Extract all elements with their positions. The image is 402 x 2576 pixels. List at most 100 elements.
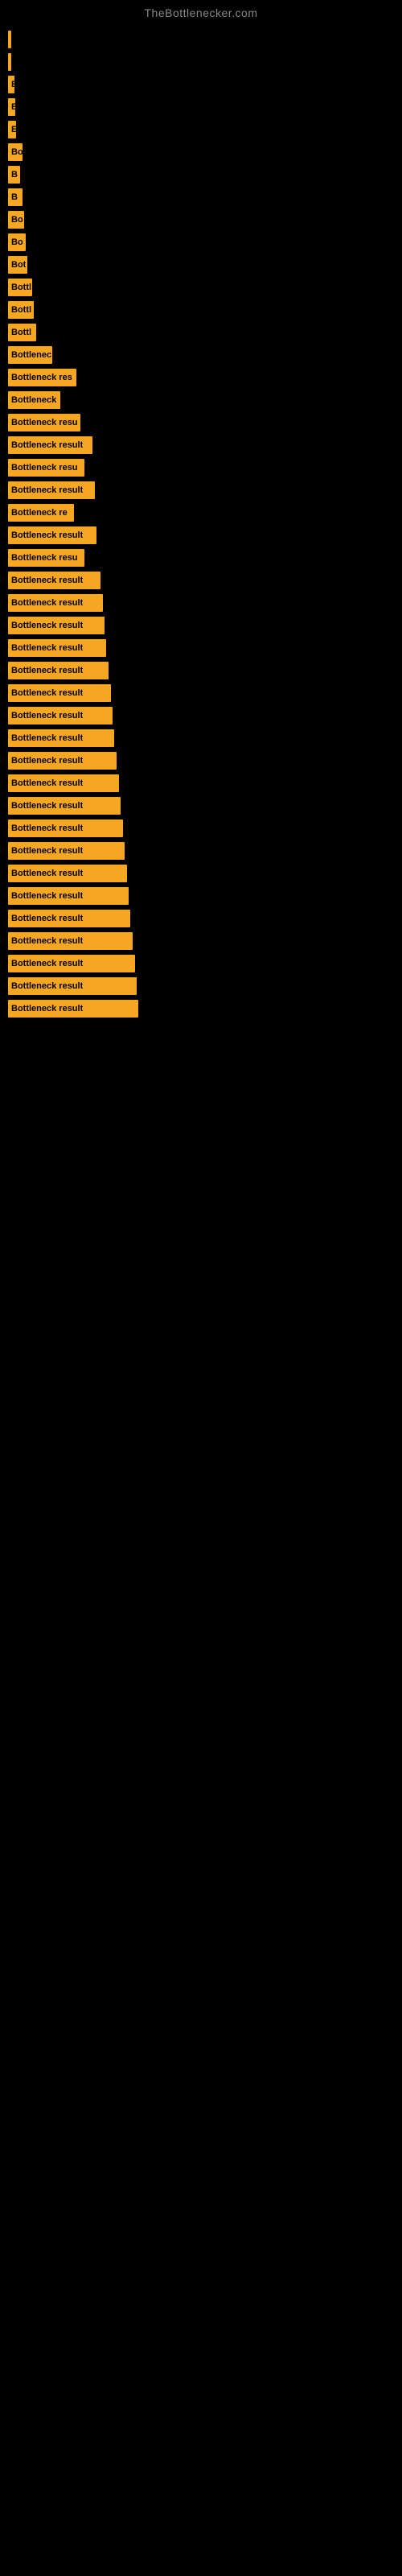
bar-item: Bottleneck result bbox=[8, 684, 111, 702]
bar-item: Bottleneck result bbox=[8, 842, 125, 860]
bar-label: Bottleneck result bbox=[11, 801, 83, 811]
bar-item: Bottlenec bbox=[8, 346, 52, 364]
bar-label: Bottleneck resu bbox=[11, 418, 78, 427]
bar-label: Bo bbox=[11, 147, 23, 157]
bar-item: Bottleneck result bbox=[8, 887, 129, 905]
bar-item: Bottleneck result bbox=[8, 729, 114, 747]
bar-label: Bottleneck result bbox=[11, 598, 83, 608]
bar-row: Bo bbox=[8, 143, 402, 161]
bar-label: Bottleneck result bbox=[11, 733, 83, 743]
bar-item: Bottleneck result bbox=[8, 594, 103, 612]
bar-label: Bottleneck result bbox=[11, 621, 83, 630]
bar-row: Bottleneck result bbox=[8, 1000, 402, 1018]
bar-row: Bottleneck result bbox=[8, 842, 402, 860]
bar-row: Bottleneck result bbox=[8, 932, 402, 950]
bar-item: Bottleneck result bbox=[8, 481, 95, 499]
bar-row: Bottleneck result bbox=[8, 774, 402, 792]
bar-label: Bottleneck result bbox=[11, 869, 83, 878]
bar-row: Bo bbox=[8, 211, 402, 229]
bar-label: Bottleneck result bbox=[11, 576, 83, 585]
bar-label: Bottleneck res bbox=[11, 373, 72, 382]
bar-label: Bottleneck result bbox=[11, 891, 83, 901]
bar-label: Bottl bbox=[11, 305, 31, 315]
bar-item: Bottleneck result bbox=[8, 932, 133, 950]
bar-row: Bottleneck result bbox=[8, 662, 402, 679]
site-title: TheBottlenecker.com bbox=[0, 0, 402, 23]
bar-item: Bottleneck re bbox=[8, 504, 74, 522]
bar-row: Bo bbox=[8, 233, 402, 251]
bar-item: Bo bbox=[8, 211, 24, 229]
bar-row bbox=[8, 53, 402, 71]
bar-item: Bo bbox=[8, 143, 23, 161]
bar-label: Bo bbox=[11, 237, 23, 247]
bar-row: Bottleneck result bbox=[8, 617, 402, 634]
bar-item bbox=[8, 53, 11, 71]
bar-label: Bottl bbox=[11, 283, 31, 292]
bar-row: Bottleneck result bbox=[8, 707, 402, 724]
bar-label: Bottleneck result bbox=[11, 485, 83, 495]
bar-label: Bottleneck re bbox=[11, 508, 68, 518]
bar-item: | bbox=[8, 31, 11, 48]
bar-row: Bottleneck result bbox=[8, 572, 402, 589]
bar-item: Bottleneck result bbox=[8, 526, 96, 544]
bar-item: Bottleneck result bbox=[8, 797, 121, 815]
bar-label: Bottleneck result bbox=[11, 936, 83, 946]
bar-item: Bottl bbox=[8, 324, 36, 341]
bar-item: Bottleneck result bbox=[8, 436, 92, 454]
bar-item: Bottleneck resu bbox=[8, 414, 80, 431]
bar-label: Bottleneck bbox=[11, 395, 56, 405]
bar-row: B bbox=[8, 188, 402, 206]
bar-label: Bottleneck result bbox=[11, 756, 83, 766]
bar-row: Bottleneck result bbox=[8, 819, 402, 837]
bar-label: Bottleneck result bbox=[11, 824, 83, 833]
bar-label: B bbox=[11, 192, 18, 202]
bar-item: Bottleneck result bbox=[8, 572, 100, 589]
bars-container: |EBEBoBBBoBoBotBottlBottlBottlBottlenecB… bbox=[0, 23, 402, 1018]
bar-item: B bbox=[8, 98, 15, 116]
bar-row: Bottleneck resu bbox=[8, 414, 402, 431]
bar-row: Bottleneck result bbox=[8, 910, 402, 927]
bar-item: E bbox=[8, 76, 14, 93]
bar-row: Bottleneck result bbox=[8, 797, 402, 815]
bar-row: Bottleneck result bbox=[8, 887, 402, 905]
bar-label: B bbox=[11, 170, 18, 180]
bar-item: Bottleneck resu bbox=[8, 459, 84, 477]
bar-item: Bottleneck result bbox=[8, 819, 123, 837]
bar-label: Bottleneck result bbox=[11, 711, 83, 720]
bar-item: E bbox=[8, 121, 16, 138]
bar-item: Bottleneck result bbox=[8, 865, 127, 882]
bar-row: Bottleneck result bbox=[8, 436, 402, 454]
bar-label: Bo bbox=[11, 215, 23, 225]
bar-row: Bottlenec bbox=[8, 346, 402, 364]
bar-row: Bottleneck result bbox=[8, 481, 402, 499]
bar-row: Bottleneck result bbox=[8, 684, 402, 702]
bar-row: Bottleneck bbox=[8, 391, 402, 409]
bar-row: Bottl bbox=[8, 324, 402, 341]
bar-item: Bottleneck result bbox=[8, 1000, 138, 1018]
bar-item: Bot bbox=[8, 256, 27, 274]
bar-label: Bot bbox=[11, 260, 26, 270]
bar-label: Bottleneck resu bbox=[11, 553, 78, 563]
bar-item: Bo bbox=[8, 233, 26, 251]
bar-item: Bottleneck result bbox=[8, 910, 130, 927]
bar-label: Bottleneck result bbox=[11, 440, 83, 450]
bar-row: B bbox=[8, 98, 402, 116]
bar-item: B bbox=[8, 166, 20, 184]
bar-row: E bbox=[8, 121, 402, 138]
bar-row: Bottleneck result bbox=[8, 526, 402, 544]
bar-label: Bottleneck result bbox=[11, 643, 83, 653]
bar-item: B bbox=[8, 188, 23, 206]
bar-row: Bottl bbox=[8, 279, 402, 296]
bar-item: Bottl bbox=[8, 279, 32, 296]
bar-label: Bottleneck result bbox=[11, 688, 83, 698]
bar-label: E bbox=[11, 80, 14, 89]
bar-label: Bottleneck result bbox=[11, 530, 83, 540]
bar-row: | bbox=[8, 31, 402, 48]
bar-item: Bottleneck resu bbox=[8, 549, 84, 567]
bar-item: Bottleneck result bbox=[8, 955, 135, 972]
bar-label: Bottleneck result bbox=[11, 981, 83, 991]
bar-row: Bottleneck resu bbox=[8, 459, 402, 477]
bar-row: Bottleneck resu bbox=[8, 549, 402, 567]
bar-item: Bottleneck result bbox=[8, 617, 105, 634]
bar-item: Bottleneck result bbox=[8, 977, 137, 995]
